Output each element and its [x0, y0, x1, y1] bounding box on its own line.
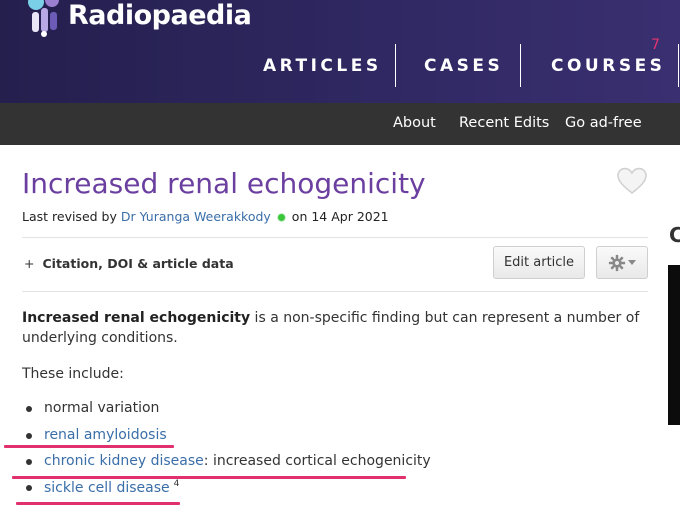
list-item-text: normal variation: [44, 400, 160, 416]
author-link[interactable]: Dr Yuranga Weerakkody: [121, 209, 271, 224]
nav-divider: [678, 44, 679, 87]
page-title: Increased renal echogenicity: [22, 167, 426, 200]
subnav-recent-edits[interactable]: Recent Edits: [459, 115, 549, 131]
list-item-text: : increased cortical echogenicity: [203, 453, 431, 469]
reference-number[interactable]: 4: [174, 479, 180, 489]
bullet-icon: [26, 433, 32, 439]
sickle-cell-disease-link[interactable]: sickle cell disease: [44, 480, 170, 496]
intro-bold-term: Increased renal echogenicity: [22, 310, 251, 326]
nav-cases[interactable]: CASES: [424, 56, 503, 76]
brand-name[interactable]: Radiopaedia: [68, 0, 252, 31]
sidebar-heading-partial: C: [669, 223, 680, 247]
sidebar-image-partial[interactable]: [668, 265, 680, 425]
divider: [22, 237, 648, 238]
subnav-about[interactable]: About: [393, 115, 436, 131]
gear-icon: [608, 254, 626, 271]
list-intro: These include:: [22, 366, 124, 382]
main-nav: ARTICLES CASES COURSES: [0, 44, 680, 88]
nav-articles[interactable]: ARTICLES: [263, 56, 382, 76]
bullet-icon: [26, 485, 32, 491]
revised-suffix: on 14 Apr 2021: [287, 209, 389, 224]
citation-label: Citation, DOI & article data: [42, 256, 234, 271]
revision-info: Last revised by Dr Yuranga Weerakkody on…: [22, 209, 389, 224]
nav-divider: [395, 44, 396, 87]
divider: [22, 291, 648, 292]
chronic-kidney-disease-link[interactable]: chronic kidney disease: [44, 453, 204, 469]
sub-nav: About Recent Edits Go ad-free: [0, 103, 680, 145]
annotation-underline: [16, 502, 180, 505]
article-content: Increased renal echogenicity Last revise…: [0, 145, 680, 510]
radiopaedia-logo-icon[interactable]: [22, 0, 66, 38]
online-status-icon: [276, 213, 286, 222]
heart-icon[interactable]: [617, 167, 647, 195]
annotation-underline: [12, 476, 406, 479]
caret-down-icon: [628, 259, 636, 265]
bullet-icon: [26, 406, 32, 412]
edit-article-button[interactable]: Edit article: [493, 246, 585, 279]
settings-menu-button[interactable]: [596, 246, 648, 279]
revised-prefix: Last revised by: [22, 209, 121, 224]
intro-paragraph: Increased renal echogenicity is a non-sp…: [22, 308, 652, 348]
citation-toggle[interactable]: + Citation, DOI & article data: [24, 256, 234, 271]
nav-courses[interactable]: COURSES: [551, 56, 665, 76]
courses-badge: 7: [651, 37, 660, 53]
renal-amyloidosis-link[interactable]: renal amyloidosis: [44, 427, 167, 443]
plus-icon: +: [24, 256, 35, 271]
subnav-go-ad-free[interactable]: Go ad-free: [565, 115, 642, 131]
annotation-underline: [4, 445, 174, 448]
nav-divider: [520, 44, 521, 87]
site-header: Radiopaedia ARTICLES CASES COURSES 7: [0, 0, 680, 103]
bullet-icon: [26, 459, 32, 465]
